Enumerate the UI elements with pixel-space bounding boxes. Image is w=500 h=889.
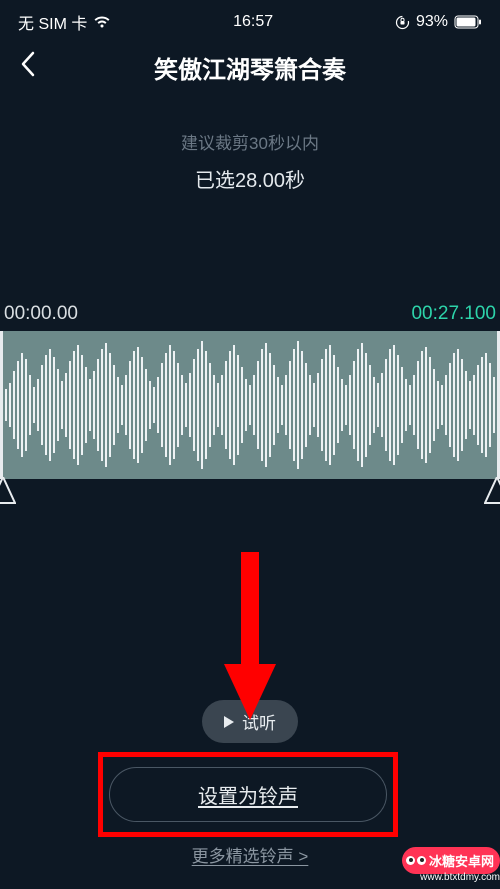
trim-hint: 建议裁剪30秒以内 — [0, 129, 500, 154]
wifi-icon — [93, 15, 111, 29]
annotation-highlight-box: 设置为铃声 — [98, 752, 398, 837]
orientation-lock-icon — [395, 15, 410, 30]
trim-handle-right[interactable] — [484, 477, 500, 507]
sim-status: 无 SIM 卡 — [18, 10, 87, 34]
battery-icon — [454, 15, 482, 29]
header: 笑傲江湖琴箫合奏 — [0, 40, 500, 101]
waveform-icon — [3, 331, 497, 479]
waveform-track[interactable] — [0, 331, 500, 479]
time-end: 00:27.100 — [411, 303, 496, 325]
status-left: 无 SIM 卡 — [18, 10, 111, 34]
status-right: 93% — [395, 13, 482, 31]
page-title: 笑傲江湖琴箫合奏 — [20, 50, 480, 85]
more-ringtones-label: 更多精选铃声 > — [192, 847, 309, 866]
set-ringtone-label: 设置为铃声 — [198, 786, 298, 808]
battery-percent: 93% — [416, 13, 448, 31]
watermark-brand: 冰糖安卓网 — [429, 851, 494, 870]
waveform-editor: 00:00.00 00:27.100 — [0, 303, 500, 479]
trim-handle-left[interactable] — [0, 477, 16, 507]
time-labels: 00:00.00 00:27.100 — [0, 303, 500, 325]
selected-duration: 已选28.00秒 — [0, 164, 500, 193]
set-ringtone-button[interactable]: 设置为铃声 — [109, 767, 387, 822]
more-ringtones-link[interactable]: 更多精选铃声 > — [192, 842, 309, 867]
status-bar: 无 SIM 卡 16:57 93% — [0, 0, 500, 40]
annotation-arrow-icon — [220, 552, 280, 729]
time-start: 00:00.00 — [4, 303, 78, 325]
duration-info: 建议裁剪30秒以内 已选28.00秒 — [0, 129, 500, 193]
watermark: 冰糖安卓网 www.btxtdmy.com — [402, 847, 500, 883]
status-time: 16:57 — [233, 13, 273, 31]
watermark-logo-icon: 冰糖安卓网 — [402, 847, 500, 874]
back-button[interactable] — [20, 51, 36, 84]
watermark-url: www.btxtdmy.com — [402, 872, 500, 883]
